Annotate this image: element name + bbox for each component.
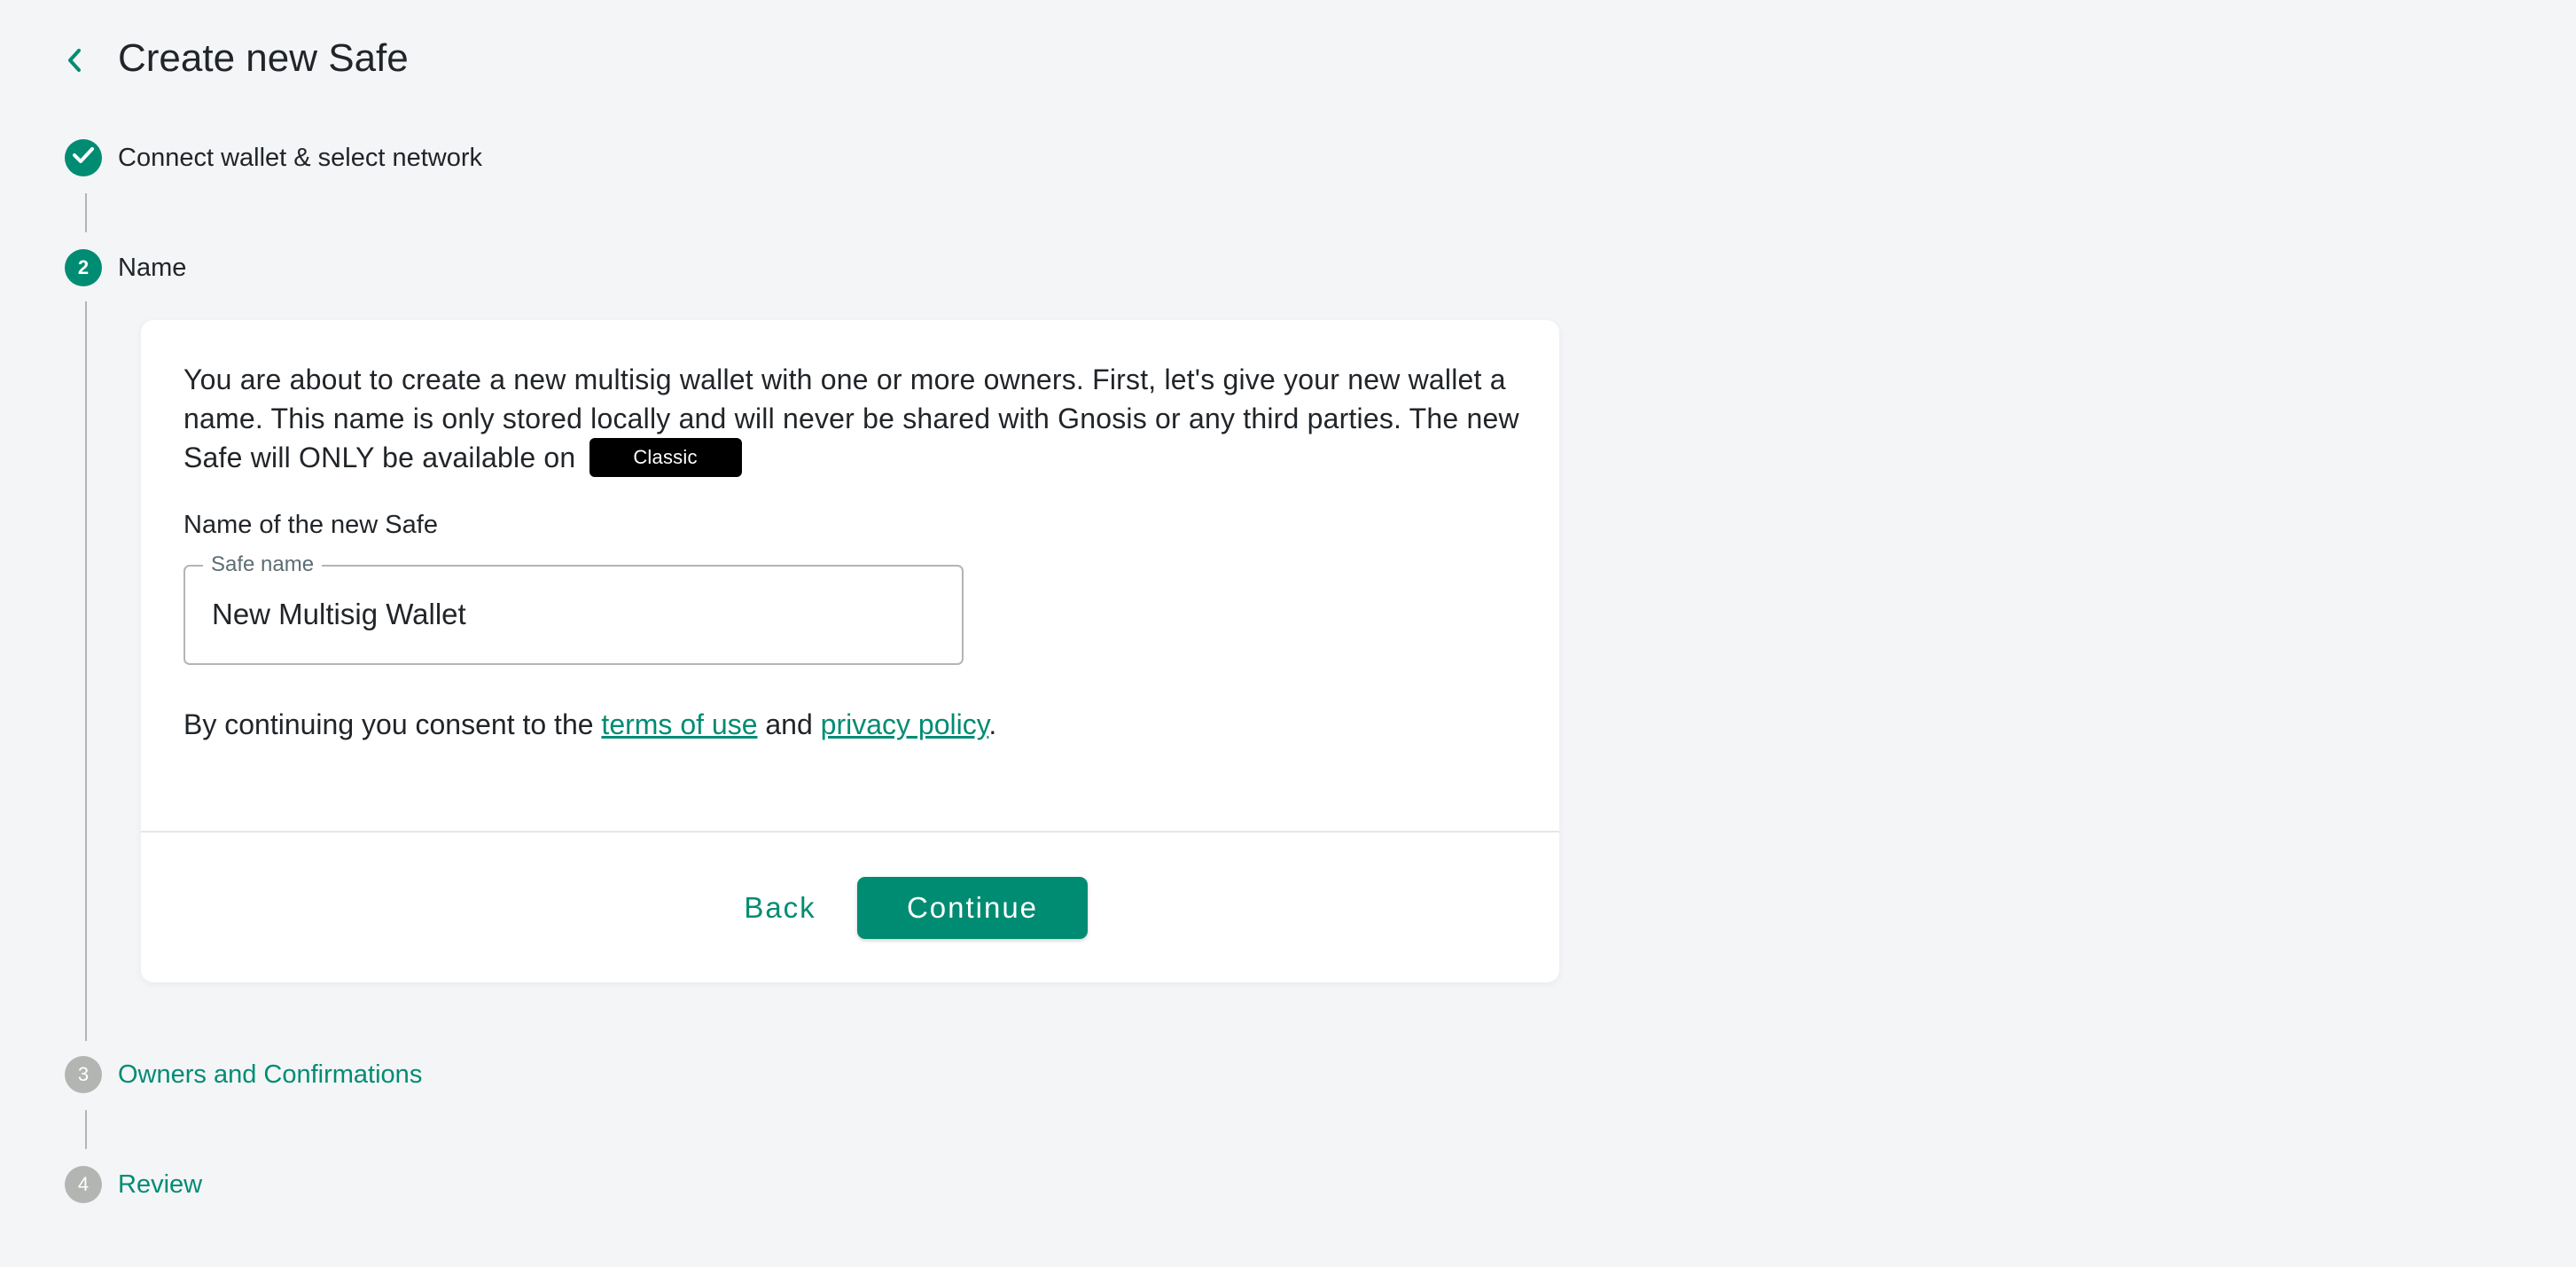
step-connector xyxy=(85,193,87,232)
step-connector xyxy=(85,301,87,1041)
page-title: Create new Safe xyxy=(118,36,409,80)
consent-suffix: . xyxy=(988,708,997,740)
step-1-indicator xyxy=(65,139,102,176)
step-2-indicator: 2 xyxy=(65,249,102,286)
privacy-policy-link[interactable]: privacy policy xyxy=(821,708,989,740)
continue-button[interactable]: Continue xyxy=(857,877,1088,939)
consent-text: By continuing you consent to the terms o… xyxy=(183,705,996,744)
check-icon xyxy=(72,145,95,170)
consent-middle: and xyxy=(765,708,813,740)
step-4-label[interactable]: Review xyxy=(118,1167,202,1202)
step-3-label[interactable]: Owners and Confirmations xyxy=(118,1057,422,1092)
safe-name-field[interactable]: Safe name xyxy=(183,552,964,665)
terms-of-use-link[interactable]: terms of use xyxy=(601,708,757,740)
name-step-card: You are about to create a new multisig w… xyxy=(141,320,1559,982)
page: Create new Safe Connect wallet & select … xyxy=(0,0,2576,1267)
step-3-indicator: 3 xyxy=(65,1056,102,1093)
step-4-indicator: 4 xyxy=(65,1166,102,1203)
network-badge: Classic xyxy=(589,437,742,477)
card-divider xyxy=(141,831,1559,833)
chevron-left-icon[interactable] xyxy=(59,44,90,76)
safe-name-label: Safe name xyxy=(203,552,323,577)
intro-text-body: You are about to create a new multisig w… xyxy=(183,364,1519,473)
field-title: Name of the new Safe xyxy=(183,511,438,539)
intro-text: You are about to create a new multisig w… xyxy=(183,360,1522,480)
step-2-label: Name xyxy=(118,254,187,282)
consent-prefix: By continuing you consent to the xyxy=(183,708,594,740)
step-1-label: Connect wallet & select network xyxy=(118,144,483,172)
step-connector xyxy=(85,1110,87,1149)
safe-name-input[interactable] xyxy=(212,593,921,636)
